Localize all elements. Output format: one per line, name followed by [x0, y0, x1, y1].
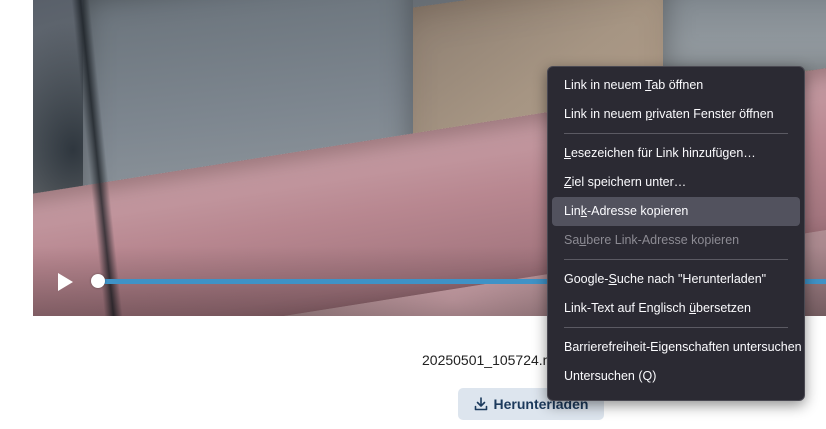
- menu-separator: [564, 327, 788, 328]
- menu-item-accesskey: Z: [564, 175, 572, 189]
- file-name: 20250501_105724.m: [422, 352, 555, 368]
- menu-item-text: Sa: [564, 233, 580, 247]
- video-frame-slab-right: [663, 0, 826, 70]
- context-menu-item[interactable]: Link-Text auf Englisch übersetzen: [552, 294, 800, 323]
- progress-thumb[interactable]: [91, 274, 105, 288]
- menu-item-text: -Adresse kopieren: [586, 204, 689, 218]
- menu-item-text: bersetzen: [696, 301, 751, 315]
- menu-separator: [564, 259, 788, 260]
- menu-item-text: ab öffnen: [651, 78, 704, 92]
- menu-item-text: esezeichen für Link hinzufügen…: [570, 146, 756, 160]
- menu-item-text: Untersuchen (Q): [564, 369, 657, 383]
- menu-item-text: Link-Text auf Englisch: [564, 301, 690, 315]
- menu-item-text: Google-: [564, 272, 609, 286]
- context-menu-item[interactable]: Barrierefreiheit-Eigenschaften untersuch…: [552, 333, 802, 362]
- menu-item-text: Link in neuem: [564, 78, 646, 92]
- menu-item-text: iel speichern unter…: [571, 175, 687, 189]
- menu-item-text: Lin: [564, 204, 581, 218]
- menu-item-accesskey: S: [608, 272, 617, 286]
- context-menu-item[interactable]: Ziel speichern unter…: [552, 168, 800, 197]
- menu-separator: [564, 133, 788, 134]
- play-button[interactable]: [53, 270, 77, 294]
- menu-item-text: Link in neuem: [564, 107, 646, 121]
- menu-item-accesskey: ü: [689, 301, 697, 315]
- context-menu-item[interactable]: Link in neuem Tab öffnen: [552, 71, 800, 100]
- context-menu-item[interactable]: Link in neuem privaten Fenster öffnen: [552, 100, 800, 129]
- menu-item-text: Barrierefreiheit-Eigenschaften untersuch…: [564, 340, 802, 354]
- context-menu-item[interactable]: Lesezeichen für Link hinzufügen…: [552, 139, 800, 168]
- context-menu: Link in neuem Tab öffnen Link in neuem pr…: [547, 66, 805, 401]
- context-menu-item: Saubere Link-Adresse kopieren: [552, 226, 800, 255]
- context-menu-item[interactable]: Link-Adresse kopieren: [552, 197, 800, 226]
- menu-item-accesskey: L: [564, 146, 571, 160]
- context-menu-item[interactable]: Untersuchen (Q): [552, 362, 800, 391]
- menu-item-text: uche nach "Herunterladen": [616, 272, 767, 286]
- menu-item-text: bere Link-Adresse kopieren: [586, 233, 740, 247]
- context-menu-item[interactable]: Google-Suche nach "Herunterladen": [552, 265, 800, 294]
- play-icon: [58, 273, 73, 291]
- menu-item-text: rivaten Fenster öffnen: [652, 107, 774, 121]
- download-icon: [474, 397, 487, 411]
